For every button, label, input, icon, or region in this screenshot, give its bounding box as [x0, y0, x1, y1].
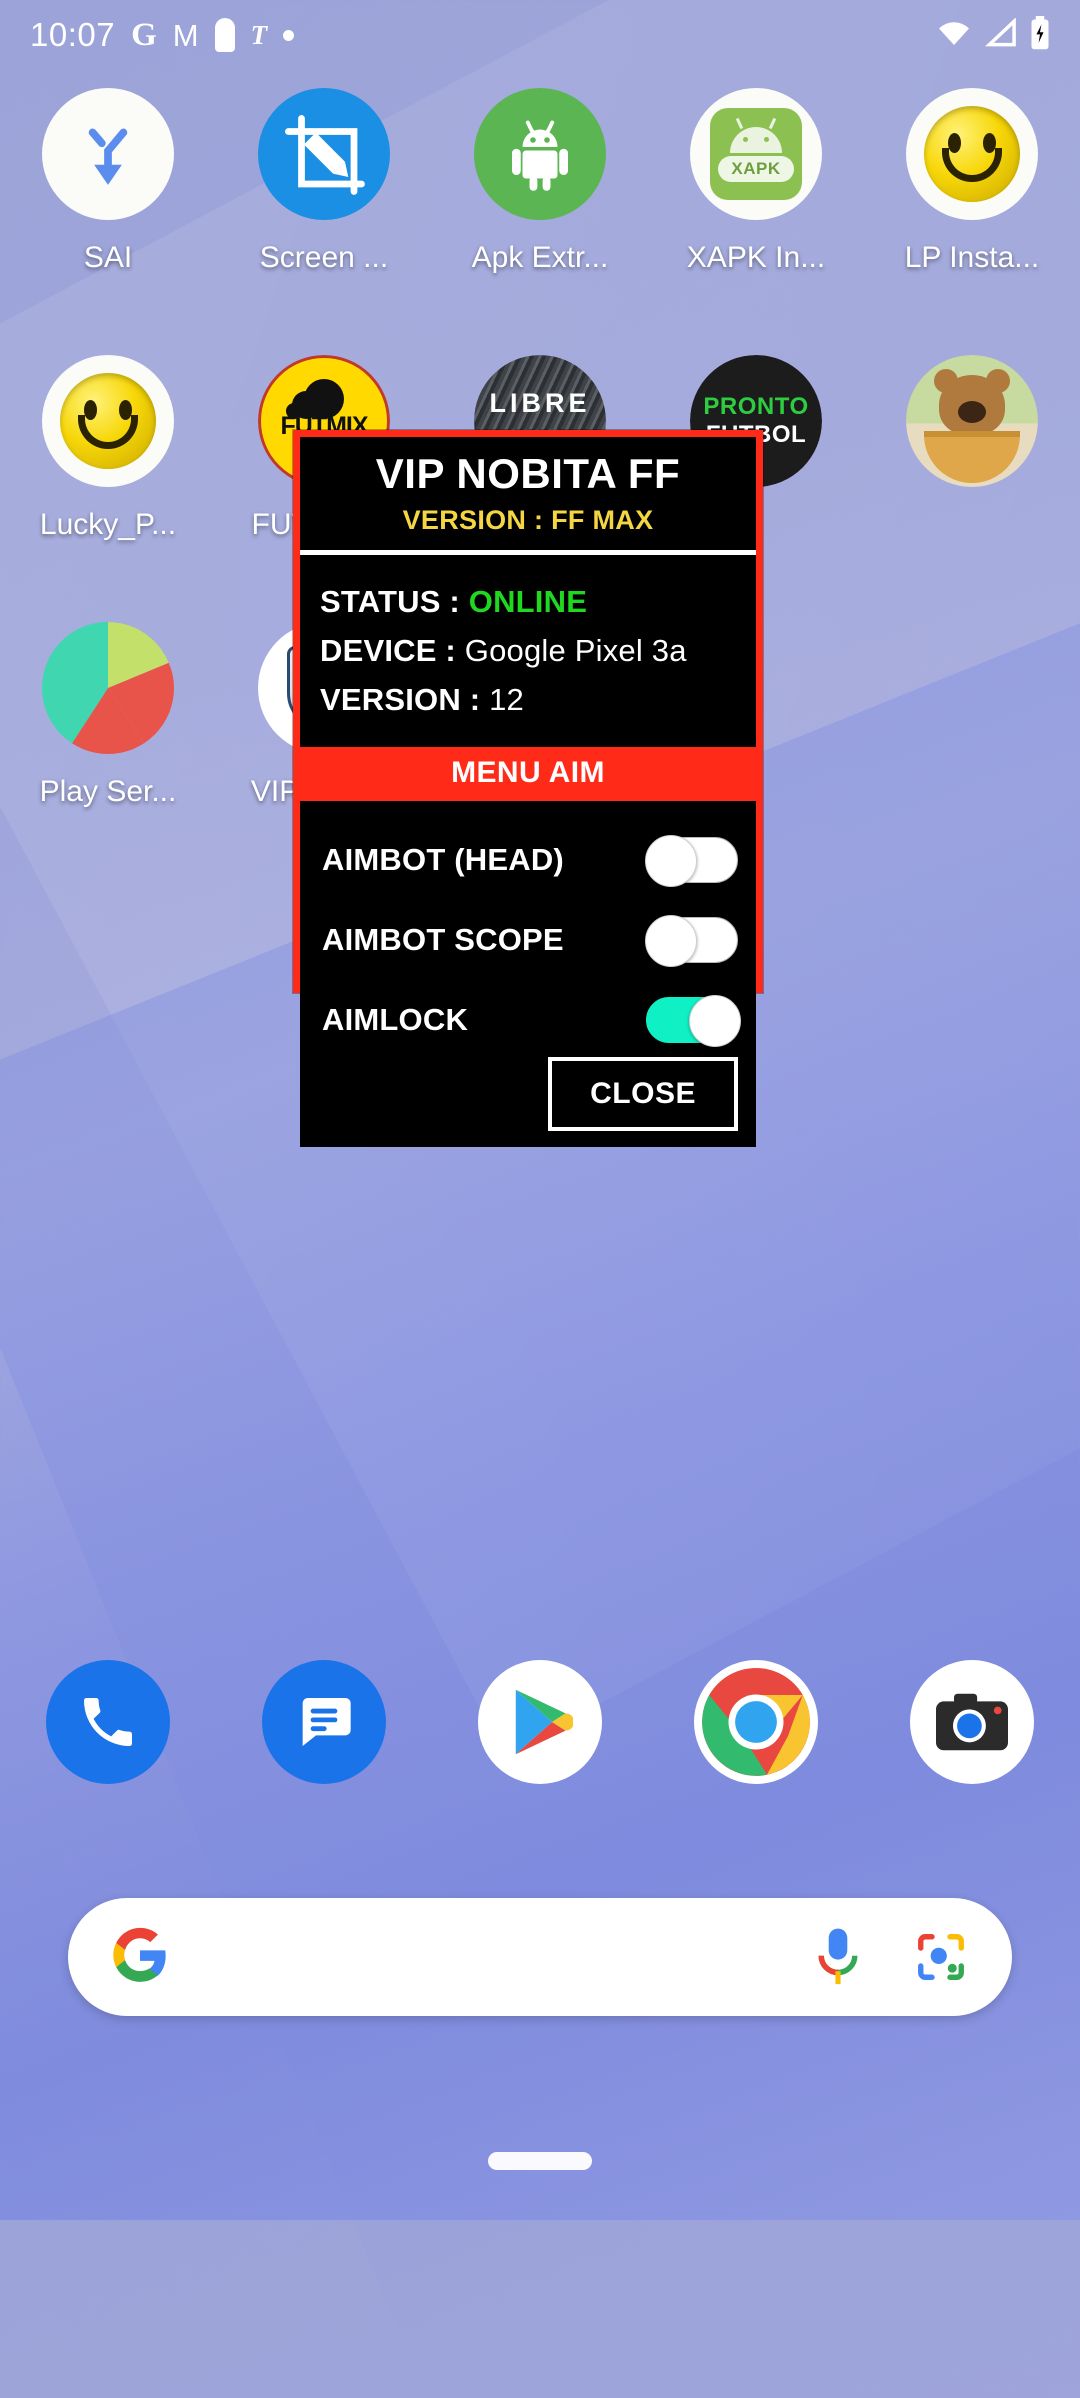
dock-item-play-store[interactable] — [432, 1660, 648, 1784]
dock-item-messages[interactable] — [216, 1660, 432, 1784]
app-row-1: SAI Screen ... Apk Extr... XAPK XAPK In.… — [0, 88, 1080, 275]
app-label: XAPK In... — [686, 241, 826, 274]
toggle-label: AIMBOT (HEAD) — [322, 842, 564, 878]
dock — [0, 1660, 1080, 1784]
app-play-services[interactable]: Play Ser... — [0, 622, 216, 809]
toggle-row-aimbot-scope: AIMBOT SCOPE — [322, 903, 738, 977]
google-search-bar[interactable] — [68, 1898, 1012, 2016]
status-bar-right — [936, 15, 1050, 55]
app-label: Lucky_P... — [39, 508, 177, 541]
gmail-icon: M — [172, 17, 199, 53]
google-g-icon — [112, 1927, 168, 1988]
app-sai[interactable]: SAI — [0, 88, 216, 275]
toggle-label: AIMBOT SCOPE — [322, 922, 564, 958]
app-screenshot-editor[interactable]: Screen ... — [216, 88, 432, 275]
messages-icon — [262, 1660, 386, 1784]
toggle-row-aimbot-head: AIMBOT (HEAD) — [322, 823, 738, 897]
toggle-aimlock[interactable] — [646, 995, 741, 1048]
overlay-subtitle: VERSION : FF MAX — [402, 505, 654, 536]
keyhole-icon — [214, 18, 235, 52]
overlay-header: VIP NOBITA FF VERSION : FF MAX — [300, 437, 756, 556]
toggle-thumb — [689, 995, 741, 1048]
play-store-icon — [478, 1660, 602, 1784]
overlay-toggle-list: AIMBOT (HEAD) AIMBOT SCOPE AIMLOCK — [300, 801, 756, 1058]
section-title: MENU AIM — [451, 756, 605, 790]
info-value: ONLINE — [468, 584, 588, 620]
t-icon: T — [250, 19, 268, 50]
apk-extractor-icon — [474, 88, 606, 220]
status-bar: 10:07 G M T — [0, 0, 1080, 70]
toggle-label: AIMLOCK — [322, 1002, 469, 1038]
app-apk-extractor[interactable]: Apk Extr... — [432, 88, 648, 275]
toggle-thumb — [645, 835, 697, 888]
xapk-installer-icon: XAPK — [690, 88, 822, 220]
app-bear[interactable] — [864, 355, 1080, 542]
info-row-device: DEVICE : Google Pixel 3a — [320, 633, 736, 669]
app-xapk-installer[interactable]: XAPK XAPK In... — [648, 88, 864, 275]
toggle-thumb — [645, 915, 697, 968]
signal-icon — [984, 16, 1017, 53]
clock: 10:07 — [30, 16, 116, 53]
dock-item-phone[interactable] — [0, 1660, 216, 1784]
app-label: Play Ser... — [39, 775, 177, 808]
lucky-patcher-icon — [42, 355, 174, 487]
camera-icon — [910, 1660, 1034, 1784]
google-lens-icon[interactable] — [914, 1930, 968, 1984]
info-key: VERSION : — [320, 682, 481, 718]
info-key: DEVICE : — [320, 633, 456, 669]
phone-icon — [46, 1660, 170, 1784]
app-label: LP Insta... — [904, 241, 1040, 274]
info-value: 12 — [489, 682, 524, 718]
info-key: STATUS : — [320, 584, 460, 620]
sai-icon — [42, 88, 174, 220]
dock-item-camera[interactable] — [864, 1660, 1080, 1784]
overlay-footer: CLOSE — [300, 1057, 756, 1148]
google-icon: G — [131, 16, 157, 53]
status-bar-left: 10:07 G M T — [30, 16, 295, 54]
app-label: SAI — [83, 241, 133, 274]
battery-charging-icon — [1030, 15, 1050, 55]
overlay-section-header: MENU AIM — [300, 747, 756, 802]
close-button[interactable]: CLOSE — [548, 1057, 738, 1132]
microphone-icon[interactable] — [814, 1926, 862, 1988]
toggle-aimbot-head[interactable] — [645, 835, 738, 888]
info-value: Google Pixel 3a — [464, 633, 687, 669]
app-lp-installer[interactable]: LP Insta... — [864, 88, 1080, 275]
info-row-status: STATUS : ONLINE — [320, 584, 736, 620]
toggle-row-aimlock: AIMLOCK — [322, 983, 741, 1057]
overlay-title: VIP NOBITA FF — [375, 450, 681, 497]
play-services-icon — [42, 622, 174, 754]
lucky-patcher-icon — [906, 88, 1038, 220]
wifi-icon — [936, 18, 972, 53]
app-lucky-patcher[interactable]: Lucky_P... — [0, 355, 216, 542]
chrome-icon — [694, 1660, 818, 1784]
screenshot-editor-icon — [258, 88, 390, 220]
dot-icon — [283, 29, 295, 41]
navigation-home-pill[interactable] — [488, 2152, 592, 2170]
overlay-info-panel: STATUS : ONLINE DEVICE : Google Pixel 3a… — [300, 555, 756, 748]
toggle-aimbot-scope[interactable] — [645, 915, 738, 968]
app-label: Screen ... — [259, 241, 389, 274]
dock-item-chrome[interactable] — [648, 1660, 864, 1784]
info-row-version: VERSION : 12 — [320, 682, 736, 718]
vip-nobita-overlay-dialog: VIP NOBITA FF VERSION : FF MAX STATUS : … — [293, 430, 763, 1148]
app-label: Apk Extr... — [471, 241, 609, 274]
bear-app-icon — [906, 355, 1038, 487]
